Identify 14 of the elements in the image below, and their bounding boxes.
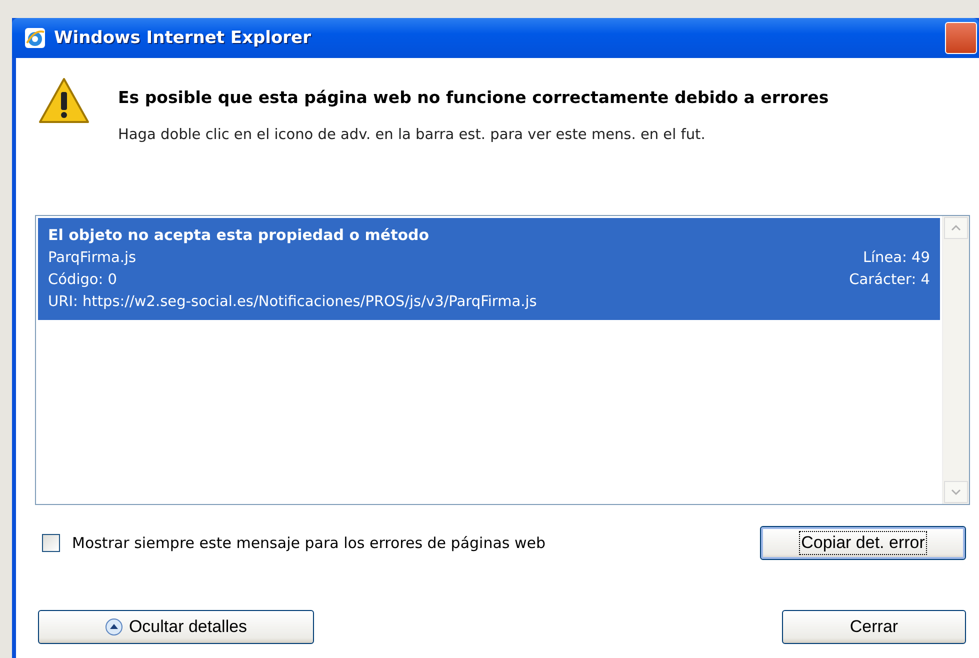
hide-details-button[interactable]: Ocultar detalles bbox=[38, 610, 314, 644]
close-button[interactable]: Cerrar bbox=[782, 610, 966, 644]
line-number: Línea: 49 bbox=[862, 250, 930, 266]
hint-text: Haga doble clic en el icono de adv. en la barra est. para ver este mens. en el fut. bbox=[118, 127, 706, 143]
window-title: Windows Internet Explorer bbox=[54, 28, 311, 48]
char-number: Carácter: 4 bbox=[849, 272, 930, 288]
error-uri: URI: https://w2.seg-social.es/Notificaciones/PROS/js/v3/ParqFirma.js bbox=[48, 294, 538, 310]
warning-heading: Es posible que esta página web no funcione correctamente debido a errores bbox=[118, 88, 829, 107]
error-title: El objeto no acepta esta propiedad o método bbox=[48, 226, 430, 244]
error-item[interactable]: El objeto no acepta esta propiedad o método ParqFirma.js Línea: 49 Código: 0 Carácter: 4 URI: https://w2.seg-social.es/Notificaciones/PROS/js/v3/ParqFirma.js bbox=[38, 218, 940, 320]
file-name: ParqFirma.js bbox=[48, 250, 138, 266]
error-code: Código: 0 bbox=[48, 272, 118, 288]
checkbox-label[interactable]: Mostrar siempre este mensaje para los errores de páginas web bbox=[72, 534, 546, 552]
copy-error-button[interactable]: Copiar det. error bbox=[760, 526, 966, 560]
